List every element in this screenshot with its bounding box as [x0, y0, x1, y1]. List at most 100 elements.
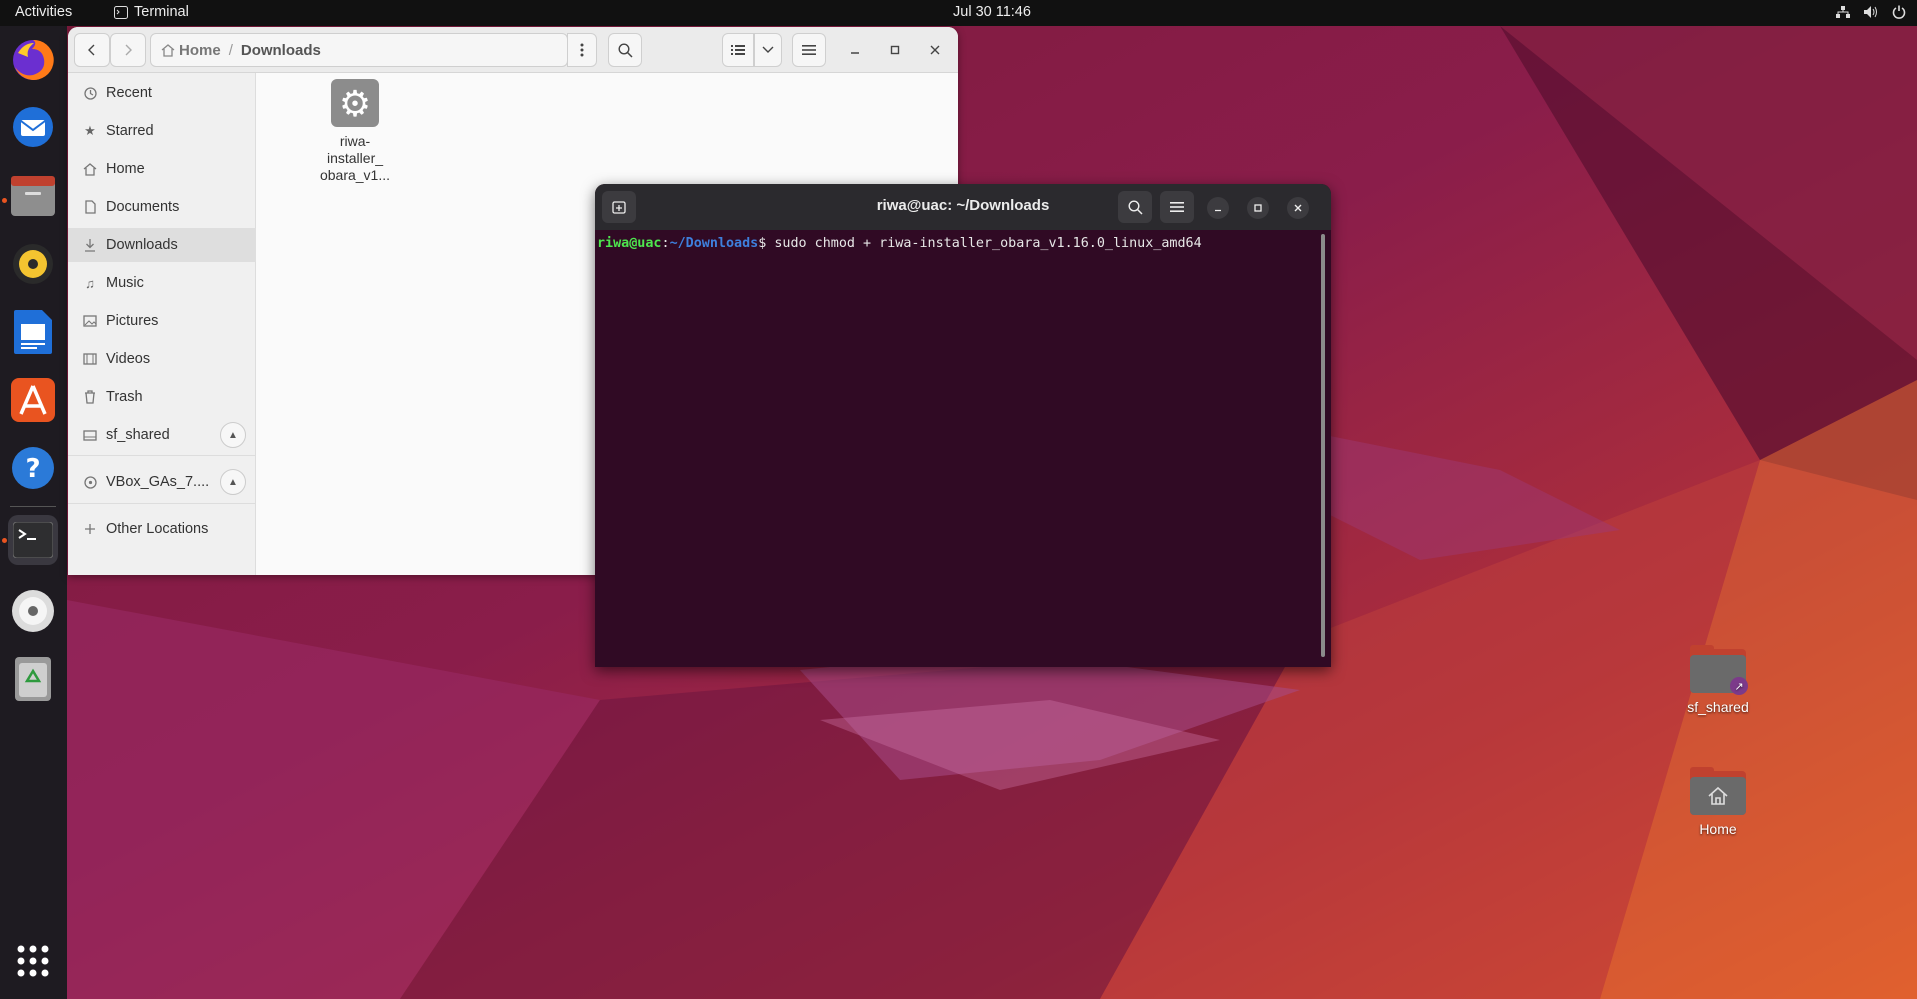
sidebar-item-vbox[interactable]: VBox_GAs_7.... ▲ — [68, 465, 256, 499]
eject-button[interactable]: ▲ — [220, 422, 246, 448]
sidebar-item-label: Recent — [106, 85, 152, 101]
link-badge-icon: ↗ — [1730, 677, 1748, 695]
thunderbird-icon[interactable] — [8, 102, 58, 152]
sidebar-separator — [68, 503, 256, 504]
view-list-button[interactable] — [722, 33, 754, 67]
sidebar-item-label: Pictures — [106, 313, 159, 329]
file-item[interactable]: ⚙ riwa- installer_ obara_v1... — [300, 79, 410, 184]
plus-icon — [82, 523, 98, 535]
video-icon — [82, 353, 98, 365]
path-menu-button[interactable] — [567, 33, 597, 67]
forward-button[interactable] — [110, 33, 146, 67]
power-icon — [1891, 4, 1907, 20]
home-icon — [1708, 786, 1728, 805]
trash-icon — [82, 390, 98, 404]
volume-icon — [1863, 4, 1879, 20]
close-icon — [1294, 204, 1302, 212]
terminal-search-button[interactable] — [1118, 191, 1152, 223]
system-status-area[interactable] — [1835, 4, 1907, 20]
terminal-output[interactable]: riwa@uac:~/Downloads$ sudo chmod + riwa-… — [597, 230, 1329, 667]
sidebar-item-videos[interactable]: Videos — [68, 342, 256, 376]
sidebar-separator — [68, 455, 256, 456]
command-input[interactable]: sudo chmod + riwa-installer_obara_v1.16.… — [774, 236, 1201, 251]
minimize-button[interactable] — [838, 33, 872, 67]
dvd-icon[interactable] — [8, 586, 58, 636]
sidebar-item-label: VBox_GAs_7.... — [106, 474, 210, 490]
eject-button[interactable]: ▲ — [220, 469, 246, 495]
search-button[interactable] — [608, 33, 642, 67]
home-icon — [82, 162, 98, 176]
sidebar-item-starred[interactable]: ★ Starred — [68, 114, 256, 148]
terminal-close-button[interactable] — [1287, 197, 1309, 219]
sidebar-item-other-locations[interactable]: Other Locations — [68, 512, 256, 546]
writer-icon[interactable] — [8, 307, 58, 357]
sidebar-item-sf-shared[interactable]: sf_shared ▲ — [68, 418, 256, 452]
sidebar-item-pictures[interactable]: Pictures — [68, 304, 256, 338]
prompt-user: riwa@uac — [597, 236, 662, 251]
maximize-icon — [890, 45, 900, 55]
close-button[interactable] — [918, 33, 952, 67]
clock[interactable]: Jul 30 11:46 — [953, 4, 1031, 20]
desktop-icon-sf-shared[interactable]: ↗ sf_shared — [1668, 645, 1768, 715]
terminal-headerbar: riwa@uac: ~/Downloads — [595, 184, 1331, 230]
path-crumb-home[interactable]: Home — [179, 42, 221, 59]
app-center-icon[interactable] — [8, 375, 58, 425]
terminal-scrollbar[interactable] — [1321, 234, 1325, 657]
help-icon[interactable]: ? — [8, 443, 58, 493]
hamburger-icon — [802, 45, 816, 55]
drive-icon — [82, 429, 98, 441]
shared-folder-icon: ↗ — [1690, 645, 1748, 695]
activities-button[interactable]: Activities — [15, 4, 72, 20]
clock-icon — [82, 86, 98, 100]
document-icon — [82, 200, 98, 214]
terminal-small-icon — [114, 5, 128, 19]
firefox-icon[interactable] — [8, 35, 58, 85]
sidebar-item-music[interactable]: ♫ Music — [68, 266, 256, 300]
desktop-icon-label: sf_shared — [1687, 699, 1749, 715]
chevron-left-icon — [88, 44, 95, 56]
home-folder-icon — [1690, 767, 1746, 815]
desktop-icon-home[interactable]: Home — [1668, 767, 1768, 837]
file-name-line1: riwa- — [339, 133, 371, 149]
terminal-running-indicator — [2, 538, 7, 543]
desktop-icon-label: Home — [1699, 821, 1737, 837]
maximize-button[interactable] — [878, 33, 912, 67]
picture-icon — [82, 315, 98, 327]
home-icon — [161, 43, 175, 57]
app-menu-label: Terminal — [134, 4, 189, 20]
trash-icon[interactable] — [8, 654, 58, 704]
sidebar-item-trash[interactable]: Trash — [68, 380, 256, 414]
sidebar-item-documents[interactable]: Documents — [68, 190, 256, 224]
prompt-symbol: $ — [758, 236, 775, 251]
sidebar-item-home[interactable]: Home — [68, 152, 256, 186]
terminal-window: riwa@uac: ~/Downloads riwa@uac:~/Downloa… — [595, 184, 1331, 667]
sidebar-item-downloads[interactable]: Downloads — [68, 228, 256, 262]
close-icon — [930, 45, 940, 55]
sidebar-item-label: Videos — [106, 351, 151, 367]
rhythmbox-icon[interactable] — [8, 239, 58, 289]
files-headerbar: Home / Downloads — [68, 27, 958, 73]
main-menu-button[interactable] — [792, 33, 826, 67]
dock-separator — [10, 506, 56, 507]
chevron-down-icon — [762, 46, 774, 53]
terminal-icon[interactable] — [8, 515, 58, 565]
sidebar-item-label: Other Locations — [106, 521, 209, 537]
path-bar[interactable]: Home / Downloads — [150, 33, 568, 67]
files-running-indicator — [2, 198, 7, 203]
prompt-path: ~/Downloads — [669, 236, 759, 251]
terminal-maximize-button[interactable] — [1247, 197, 1269, 219]
executable-gear-icon: ⚙ — [331, 79, 379, 127]
show-apps-icon[interactable] — [8, 936, 58, 986]
terminal-minimize-button[interactable] — [1207, 197, 1229, 219]
back-button[interactable] — [74, 33, 110, 67]
dock: ? — [0, 26, 67, 999]
sidebar-item-label: Music — [106, 275, 144, 291]
terminal-menu-button[interactable] — [1160, 191, 1194, 223]
path-crumb-current[interactable]: Downloads — [241, 42, 321, 59]
sidebar-item-recent[interactable]: Recent — [68, 76, 256, 110]
file-name-line2: installer_ — [326, 150, 384, 166]
view-options-button[interactable] — [754, 33, 782, 67]
files-icon[interactable] — [8, 171, 58, 221]
app-menu[interactable]: Terminal — [114, 4, 189, 20]
sidebar-item-label: sf_shared — [106, 427, 170, 443]
